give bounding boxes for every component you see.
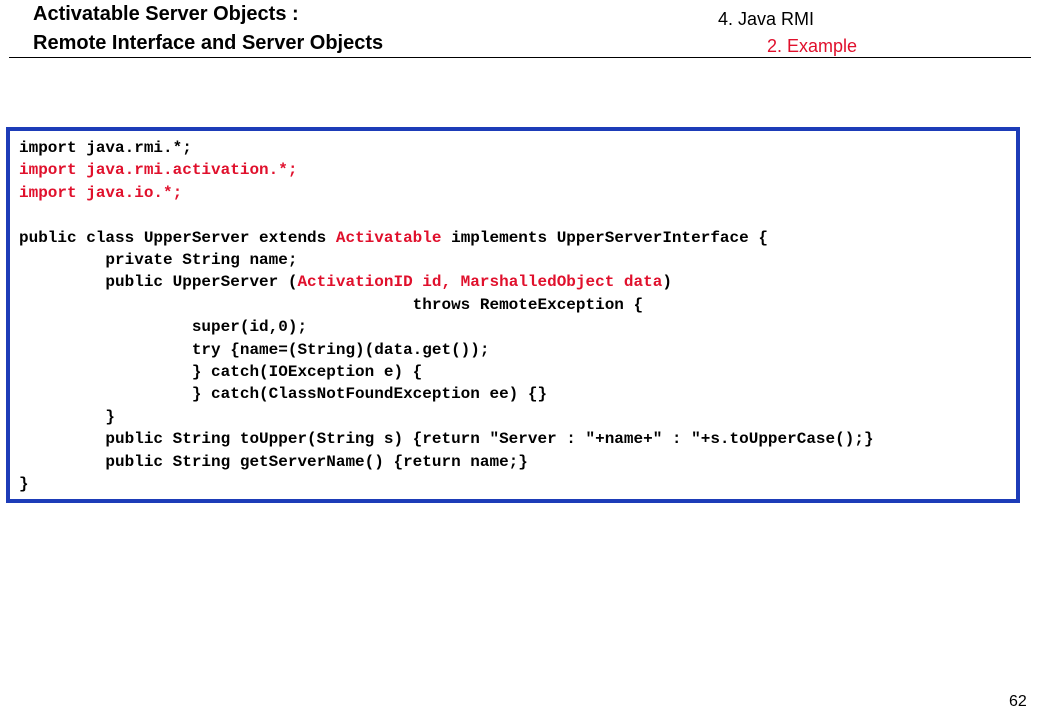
code-token: } — [19, 475, 29, 494]
code-token: } catch(IOException e) { — [19, 363, 423, 382]
chapter-label: 4. Java RMI — [718, 9, 815, 29]
code-line: private String name; — [19, 249, 874, 271]
code-token-highlight: Activatable — [335, 228, 442, 247]
code-line: import java.rmi.*; — [19, 137, 874, 159]
code-line: public UpperServer (ActivationID id, Mar… — [19, 271, 874, 293]
code-line: super(id,0); — [19, 316, 874, 338]
code-token: } — [19, 407, 116, 426]
code-line: try {name=(String)(data.get()); — [19, 339, 874, 361]
code-token: public class UpperServer extends — [19, 228, 336, 247]
code-token-highlight: import java.io.*; — [19, 183, 183, 202]
code-token: try {name=(String)(data.get()); — [19, 340, 490, 359]
header-divider — [9, 57, 1031, 58]
code-token: import java.rmi.*; — [19, 139, 192, 157]
code-token: throws RemoteException { — [19, 295, 644, 314]
code-token-highlight: ActivationID id, MarshalledObject data — [297, 273, 663, 292]
code-line: } — [19, 473, 874, 495]
code-line: import java.io.*; — [19, 182, 874, 204]
code-line: public String toUpper(String s) {return … — [19, 428, 874, 450]
code-listing-frame: import java.rmi.*; import java.rmi.activa… — [6, 127, 1020, 503]
slide-title-line-2: Remote Interface and Server Objects — [33, 32, 384, 54]
code-token: public UpperServer ( — [19, 273, 298, 292]
code-token: ) — [662, 273, 672, 292]
code-token-highlight: import java.rmi.activation.*; — [19, 161, 298, 180]
subsection-label: 2. Example — [767, 36, 858, 56]
page-number: 62 — [1009, 693, 1027, 710]
code-listing: import java.rmi.*; import java.rmi.activa… — [19, 137, 874, 495]
code-line: throws RemoteException { — [19, 294, 874, 316]
code-token: public String toUpper(String s) {return … — [19, 430, 874, 449]
code-token: private String name; — [19, 251, 298, 270]
code-line: } — [19, 406, 874, 428]
code-token: super(id,0); — [19, 318, 308, 337]
code-token: public String getServerName() {return na… — [19, 452, 528, 471]
code-token: } catch(ClassNotFoundException ee) {} — [19, 385, 548, 404]
code-line: import java.rmi.activation.*; — [19, 159, 874, 181]
slide-title-line-1: Activatable Server Objects : — [33, 3, 299, 25]
section-indicator: 4. Java RMI 2. Example — [718, 6, 857, 60]
code-token: implements UpperServerInterface { — [441, 228, 768, 247]
code-line: public class UpperServer extends Activat… — [19, 227, 874, 249]
slide-title: Activatable Server Objects : Remote Inte… — [33, 0, 383, 58]
code-line: } catch(IOException e) { — [19, 361, 874, 383]
code-line: } catch(ClassNotFoundException ee) {} — [19, 383, 874, 405]
code-line: public String getServerName() {return na… — [19, 451, 874, 473]
